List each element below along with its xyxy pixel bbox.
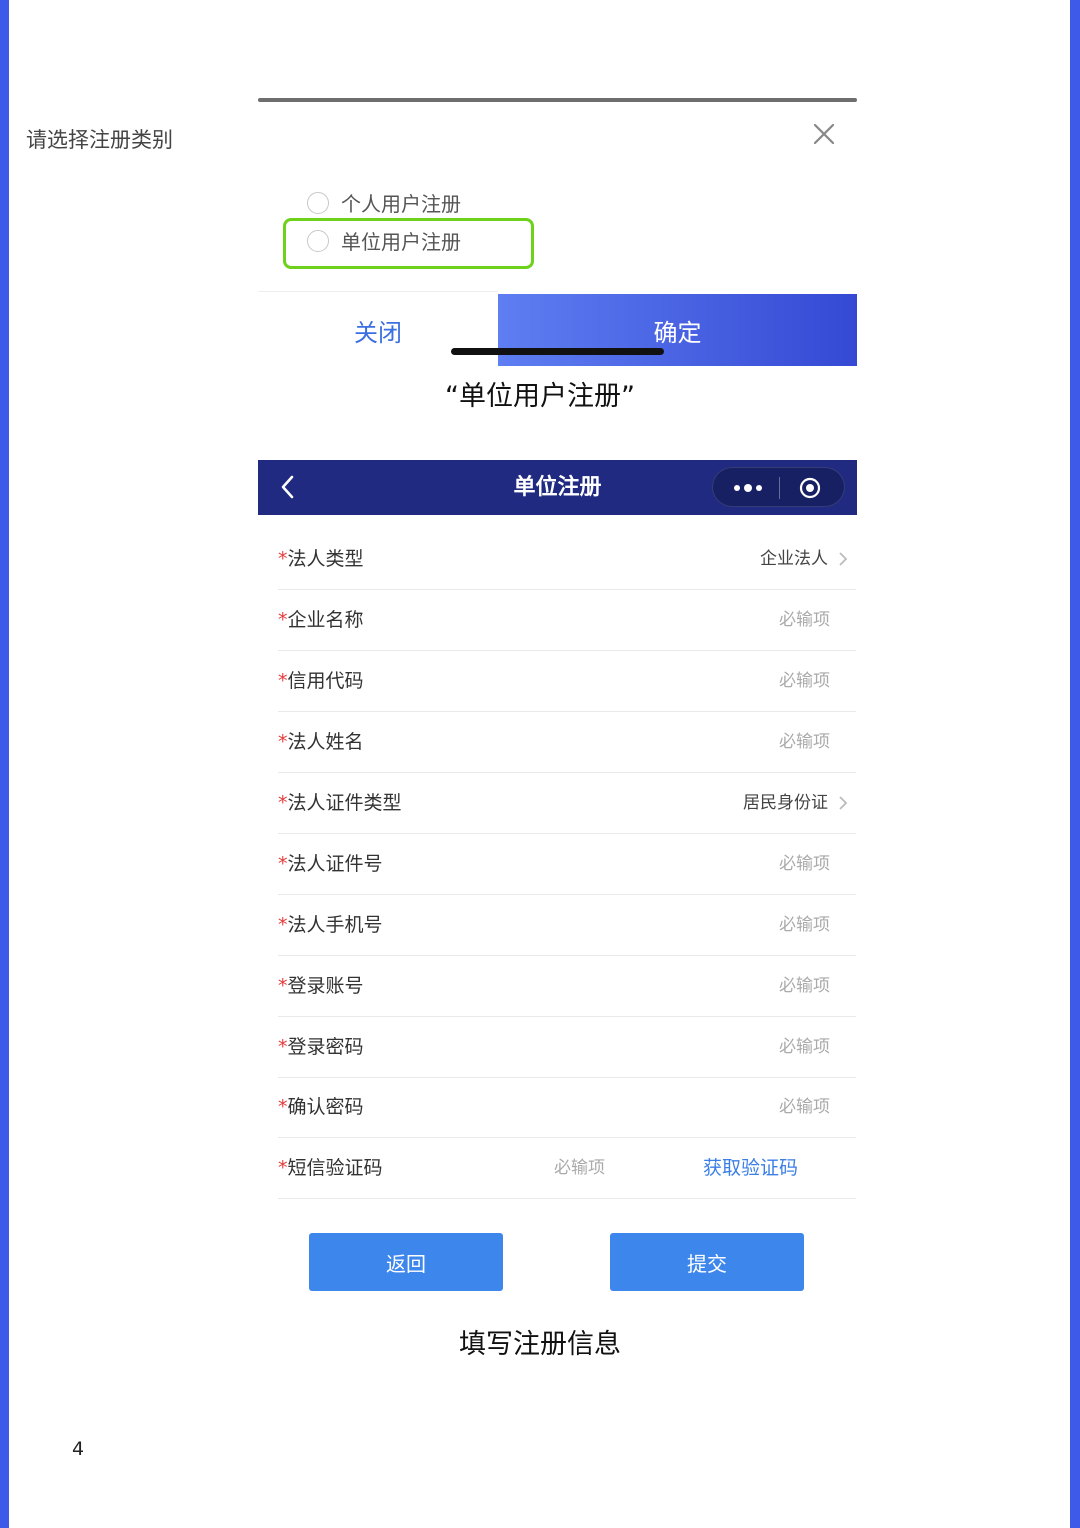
nav-bar: 单位注册 bbox=[258, 460, 857, 515]
required-mark: * bbox=[278, 731, 288, 753]
capsule-divider bbox=[779, 477, 780, 499]
field-input[interactable]: 必输项 bbox=[779, 1017, 830, 1077]
field-label-text: 法人证件号 bbox=[287, 853, 383, 875]
field-input[interactable]: 必输项 bbox=[779, 1077, 830, 1137]
field-label: *法人证件类型 bbox=[278, 773, 402, 833]
page-border-right bbox=[1070, 0, 1080, 1528]
required-mark: * bbox=[278, 1096, 288, 1118]
target-icon[interactable] bbox=[799, 477, 821, 499]
close-icon[interactable] bbox=[810, 120, 838, 148]
field-label: *法人类型 bbox=[278, 529, 364, 589]
dialog-divider bbox=[258, 291, 498, 292]
required-mark: * bbox=[278, 914, 288, 936]
form-row-id-type[interactable]: *法人证件类型 居民身份证 bbox=[278, 773, 856, 834]
field-input[interactable]: 必输项 bbox=[779, 834, 830, 894]
dialog-top-border bbox=[258, 98, 857, 102]
form-row-phone[interactable]: *法人手机号 必输项 bbox=[278, 895, 856, 956]
form-row-company-name[interactable]: *企业名称 必输项 bbox=[278, 590, 856, 651]
form-row-sms-code: *短信验证码 必输项 获取验证码 bbox=[278, 1138, 856, 1199]
field-label-text: 法人证件类型 bbox=[287, 792, 402, 814]
caption-fill-registration-info: 填写注册信息 bbox=[459, 1329, 621, 1360]
chevron-right-icon bbox=[839, 552, 848, 566]
required-mark: * bbox=[278, 853, 288, 875]
required-mark: * bbox=[278, 1036, 288, 1058]
form-row-confirm-password[interactable]: *确认密码 必输项 bbox=[278, 1077, 856, 1138]
submit-button[interactable]: 提交 bbox=[610, 1233, 804, 1291]
required-mark: * bbox=[278, 1157, 288, 1179]
field-label: *法人姓名 bbox=[278, 712, 364, 772]
more-dots-icon[interactable] bbox=[731, 481, 765, 495]
field-label-text: 法人类型 bbox=[287, 548, 364, 570]
form-row-login-account[interactable]: *登录账号 必输项 bbox=[278, 956, 856, 1017]
highlight-annotation-box bbox=[283, 218, 534, 269]
field-label-text: 登录账号 bbox=[287, 975, 364, 997]
chevron-right-icon bbox=[839, 796, 848, 810]
required-mark: * bbox=[278, 670, 288, 692]
field-label-text: 信用代码 bbox=[287, 670, 364, 692]
field-label-text: 短信验证码 bbox=[287, 1157, 383, 1179]
sms-code-input[interactable]: 必输项 bbox=[554, 1138, 605, 1198]
field-label: *企业名称 bbox=[278, 590, 364, 650]
field-label: *短信验证码 bbox=[278, 1138, 383, 1198]
field-label: *登录密码 bbox=[278, 1017, 364, 1077]
page-number: 4 bbox=[72, 1438, 85, 1460]
form-row-legal-person-type[interactable]: *法人类型 企业法人 bbox=[278, 529, 856, 590]
dialog-confirm-button[interactable]: 确定 bbox=[498, 294, 857, 366]
required-mark: * bbox=[278, 609, 288, 631]
caption-organization-registration: “单位用户注册” bbox=[445, 381, 635, 412]
field-input[interactable]: 必输项 bbox=[779, 956, 830, 1016]
field-label-text: 企业名称 bbox=[287, 609, 364, 631]
form-row-id-number[interactable]: *法人证件号 必输项 bbox=[278, 834, 856, 895]
home-indicator bbox=[451, 348, 664, 355]
field-input[interactable]: 必输项 bbox=[779, 651, 830, 711]
field-label-text: 登录密码 bbox=[287, 1036, 364, 1058]
field-label-text: 确认密码 bbox=[287, 1096, 364, 1118]
mini-program-capsule bbox=[712, 467, 845, 507]
field-label-text: 法人手机号 bbox=[287, 914, 383, 936]
form-row-legal-person-name[interactable]: *法人姓名 必输项 bbox=[278, 712, 856, 773]
required-mark: * bbox=[278, 548, 288, 570]
form-row-credit-code[interactable]: *信用代码 必输项 bbox=[278, 651, 856, 712]
radio-label: 个人用户注册 bbox=[341, 192, 461, 216]
form-row-login-password[interactable]: *登录密码 必输项 bbox=[278, 1017, 856, 1078]
field-label: *确认密码 bbox=[278, 1077, 364, 1137]
radio-circle-icon[interactable] bbox=[307, 191, 329, 214]
field-label: *法人证件号 bbox=[278, 834, 383, 894]
dialog-close-button[interactable]: 关闭 bbox=[258, 294, 498, 366]
back-button[interactable]: 返回 bbox=[309, 1233, 503, 1291]
field-value[interactable]: 企业法人 bbox=[760, 529, 828, 589]
get-sms-code-link[interactable]: 获取验证码 bbox=[703, 1138, 798, 1198]
required-mark: * bbox=[278, 792, 288, 814]
field-input[interactable]: 必输项 bbox=[779, 590, 830, 650]
page-border-left bbox=[0, 0, 9, 1528]
field-label: *登录账号 bbox=[278, 956, 364, 1016]
field-input[interactable]: 必输项 bbox=[779, 895, 830, 955]
field-input[interactable]: 必输项 bbox=[779, 712, 830, 772]
field-value[interactable]: 居民身份证 bbox=[743, 773, 828, 833]
field-label: *法人手机号 bbox=[278, 895, 383, 955]
dialog-title: 请选择注册类别 bbox=[26, 128, 173, 152]
field-label-text: 法人姓名 bbox=[287, 731, 364, 753]
radio-option-personal[interactable]: 个人用户注册 bbox=[307, 188, 461, 217]
required-mark: * bbox=[278, 975, 288, 997]
field-label: *信用代码 bbox=[278, 651, 364, 711]
